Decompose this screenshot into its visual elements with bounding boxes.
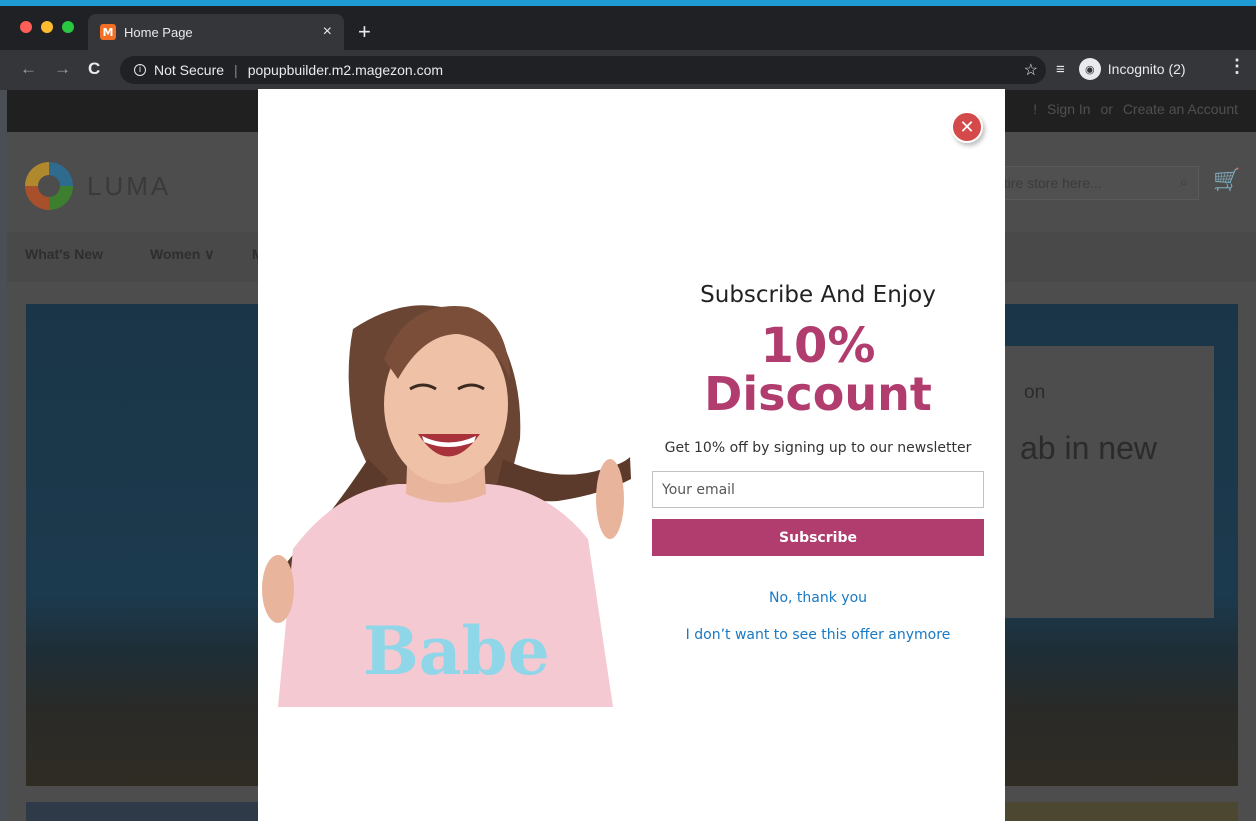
incognito-label[interactable]: Incognito (2) xyxy=(1108,61,1186,77)
luma-logo-icon xyxy=(25,162,73,210)
close-window-button[interactable] xyxy=(20,21,32,33)
customer-links: ! Sign In or Create an Account xyxy=(1027,101,1238,117)
popup-description: Get 10% off by signing up to our newslet… xyxy=(664,440,972,456)
nav-item-whats-new[interactable]: What's New xyxy=(25,246,103,262)
toolbar-right: ≡ ◉ Incognito (2) xyxy=(1056,58,1186,80)
minimize-window-button[interactable] xyxy=(41,21,53,33)
magento-favicon-icon: M xyxy=(100,24,116,40)
info-icon[interactable]: i xyxy=(134,64,146,76)
new-tab-button[interactable]: + xyxy=(358,21,371,43)
discount-percent: 10% xyxy=(760,318,876,374)
tab-title: Home Page xyxy=(124,24,193,40)
bookmark-star-icon[interactable]: ☆ xyxy=(1024,60,1038,80)
logo-text: LUMA xyxy=(87,170,172,201)
close-popup-button[interactable]: ✕ xyxy=(951,111,983,143)
security-status[interactable]: Not Secure xyxy=(154,62,224,78)
maximize-window-button[interactable] xyxy=(62,21,74,33)
promo-strip-right xyxy=(997,802,1238,821)
incognito-icon[interactable]: ◉ xyxy=(1078,58,1101,80)
forward-arrow-icon[interactable]: → xyxy=(54,59,71,79)
address-bar[interactable]: i Not Secure | popupbuilder.m2.magezon.c… xyxy=(120,56,1046,84)
create-account-link[interactable]: Create an Account xyxy=(1123,101,1238,117)
model-photo: Babe xyxy=(258,289,631,707)
hero-line-1: on xyxy=(1024,382,1046,403)
tab-close-icon[interactable]: × xyxy=(323,23,332,41)
back-arrow-icon[interactable]: ← xyxy=(20,59,37,79)
or-text: or xyxy=(1100,101,1113,117)
media-control-icon[interactable]: ≡ xyxy=(1056,61,1065,78)
model-illustration: Babe xyxy=(262,305,631,707)
store-logo[interactable]: LUMA xyxy=(25,162,171,210)
welcome-text: ! xyxy=(1033,101,1038,117)
cart-icon[interactable]: 🛒 xyxy=(1213,168,1240,193)
reload-icon[interactable]: C xyxy=(88,59,100,79)
search-placeholder: ntire store here... xyxy=(996,175,1102,191)
browser-tab[interactable]: M Home Page × xyxy=(88,14,344,50)
dont-show-again-link[interactable]: I don’t want to see this offer anymore xyxy=(652,627,984,643)
search-icon[interactable]: ⌕ xyxy=(1180,174,1188,191)
browser-tab-bar: M Home Page × + xyxy=(0,0,1256,50)
hero-line-2: ab in new xyxy=(1020,430,1157,466)
browser-menu-icon[interactable]: ⋮ xyxy=(1228,56,1246,77)
nav-item-women[interactable]: Women ∨ xyxy=(150,246,214,263)
store-search-input[interactable]: ntire store here... ⌕ xyxy=(985,166,1199,200)
shirt-print-text: Babe xyxy=(363,612,550,690)
discount-word: Discount xyxy=(704,367,932,421)
email-field[interactable] xyxy=(652,471,984,508)
popup-copy: Subscribe And Enjoy 10% Discount Get 10%… xyxy=(652,280,984,456)
address-separator: | xyxy=(234,62,238,78)
subscribe-button[interactable]: Subscribe xyxy=(652,519,984,556)
popup-heading: Subscribe And Enjoy xyxy=(700,282,936,308)
sign-in-link[interactable]: Sign In xyxy=(1047,101,1091,117)
url-text[interactable]: popupbuilder.m2.magezon.com xyxy=(248,62,443,78)
no-thanks-link[interactable]: No, thank you xyxy=(652,590,984,606)
browser-toolbar: ← → C i Not Secure | popupbuilder.m2.mag… xyxy=(0,50,1256,90)
